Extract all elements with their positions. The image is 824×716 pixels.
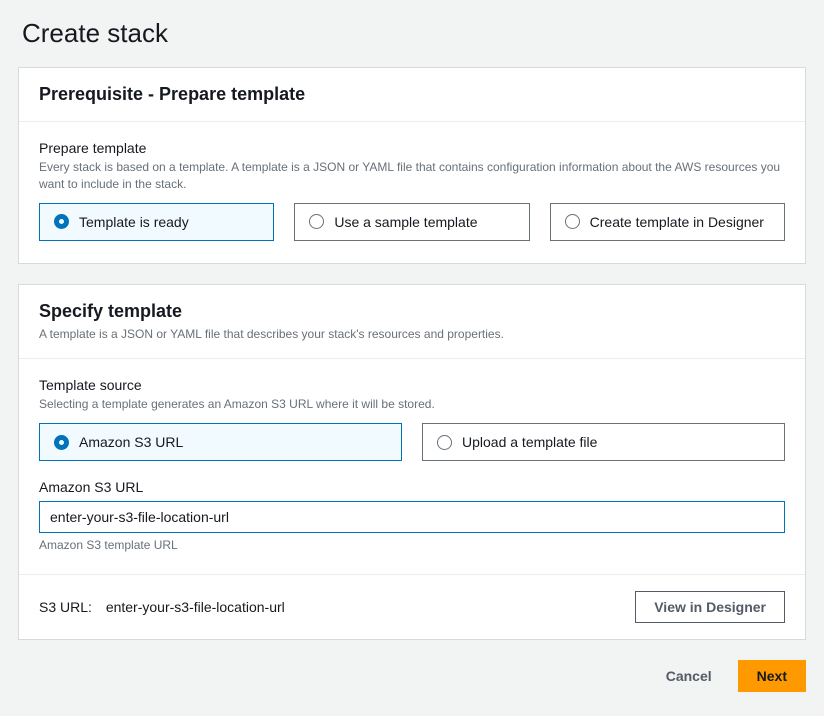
view-in-designer-button[interactable]: View in Designer — [635, 591, 785, 623]
option-use-sample[interactable]: Use a sample template — [294, 203, 529, 241]
s3-url-display: S3 URL: enter-your-s3-file-location-url — [39, 599, 285, 615]
specify-template-panel: Specify template A template is a JSON or… — [18, 284, 806, 641]
specify-template-title: Specify template — [39, 301, 785, 322]
prerequisite-panel-header: Prerequisite - Prepare template — [19, 68, 805, 122]
page-title: Create stack — [22, 18, 806, 49]
template-source-desc: Selecting a template generates an Amazon… — [39, 396, 785, 413]
option-upload-file-label: Upload a template file — [462, 434, 597, 450]
radio-icon — [565, 214, 580, 229]
prepare-template-label: Prepare template — [39, 140, 785, 156]
radio-selected-icon — [54, 435, 69, 450]
option-s3-url[interactable]: Amazon S3 URL — [39, 423, 402, 461]
s3-url-label: Amazon S3 URL — [39, 479, 785, 495]
next-button[interactable]: Next — [738, 660, 806, 692]
radio-selected-icon — [54, 214, 69, 229]
s3-url-display-value: enter-your-s3-file-location-url — [106, 599, 285, 615]
specify-template-sub: A template is a JSON or YAML file that d… — [39, 326, 785, 343]
action-row: Cancel Next — [18, 660, 806, 692]
cancel-button[interactable]: Cancel — [648, 661, 730, 691]
template-source-label: Template source — [39, 377, 785, 393]
prepare-template-options: Template is ready Use a sample template … — [39, 203, 785, 241]
option-s3-url-label: Amazon S3 URL — [79, 434, 183, 450]
option-upload-file[interactable]: Upload a template file — [422, 423, 785, 461]
option-create-designer-label: Create template in Designer — [590, 214, 764, 230]
prerequisite-title: Prerequisite - Prepare template — [39, 84, 785, 105]
template-source-options: Amazon S3 URL Upload a template file — [39, 423, 785, 461]
option-template-ready[interactable]: Template is ready — [39, 203, 274, 241]
option-template-ready-label: Template is ready — [79, 214, 189, 230]
specify-template-footer: S3 URL: enter-your-s3-file-location-url … — [19, 574, 805, 639]
s3-url-input[interactable] — [39, 501, 785, 533]
radio-icon — [309, 214, 324, 229]
specify-template-header: Specify template A template is a JSON or… — [19, 285, 805, 360]
prerequisite-panel-body: Prepare template Every stack is based on… — [19, 122, 805, 263]
prepare-template-desc: Every stack is based on a template. A te… — [39, 159, 785, 193]
option-create-designer[interactable]: Create template in Designer — [550, 203, 785, 241]
option-use-sample-label: Use a sample template — [334, 214, 477, 230]
s3-url-display-label: S3 URL: — [39, 599, 92, 615]
s3-url-help: Amazon S3 template URL — [39, 538, 785, 552]
radio-icon — [437, 435, 452, 450]
specify-template-body: Template source Selecting a template gen… — [19, 359, 805, 574]
prerequisite-panel: Prerequisite - Prepare template Prepare … — [18, 67, 806, 264]
